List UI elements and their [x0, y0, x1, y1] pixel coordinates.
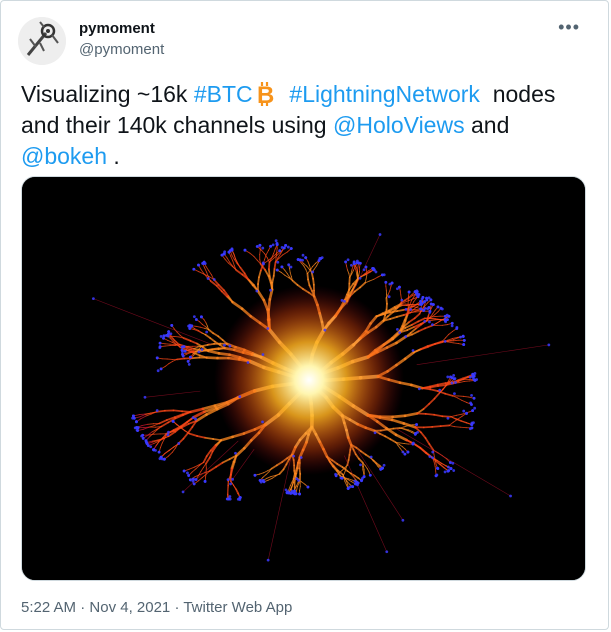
author-handle[interactable]: @pymoment	[79, 41, 164, 58]
mention-holoviews[interactable]: @HoloViews	[333, 112, 465, 138]
avatar-image	[18, 17, 66, 65]
tweet-metadata: 5:22 AM · Nov 4, 2021 · Twitter Web App	[21, 599, 292, 616]
tweet-media-image[interactable]	[21, 176, 586, 581]
tweet-text-segment: Visualizing ~16k	[21, 81, 194, 107]
lightning-network-graph-image	[22, 177, 585, 580]
tweet-text-segment	[277, 81, 290, 107]
tweet-source[interactable]: Twitter Web App	[183, 599, 292, 616]
tweet-text-segment: .	[107, 143, 120, 169]
hashtag-lightningnetwork[interactable]: #LightningNetwork	[289, 81, 480, 107]
hashtag-btc[interactable]: #BTC	[194, 81, 253, 107]
tweet-card: pymoment @pymoment ••• Visualizing ~16k …	[0, 0, 609, 630]
tweet-text-segment: and	[464, 112, 516, 138]
tweet-date[interactable]: Nov 4, 2021	[89, 599, 170, 616]
more-options-icon[interactable]: •••	[558, 17, 580, 38]
meta-separator: ·	[76, 599, 90, 616]
avatar[interactable]	[18, 17, 66, 65]
svg-text:B: B	[257, 82, 274, 106]
mention-bokeh[interactable]: @bokeh	[21, 143, 107, 169]
tweet-time[interactable]: 5:22 AM	[21, 599, 76, 616]
tweet-text: Visualizing ~16k #BTC B #LightningNetwor…	[21, 79, 591, 172]
author-display-name[interactable]: pymoment	[79, 20, 155, 37]
meta-separator: ·	[170, 599, 184, 616]
bitcoin-icon: B	[257, 82, 274, 106]
